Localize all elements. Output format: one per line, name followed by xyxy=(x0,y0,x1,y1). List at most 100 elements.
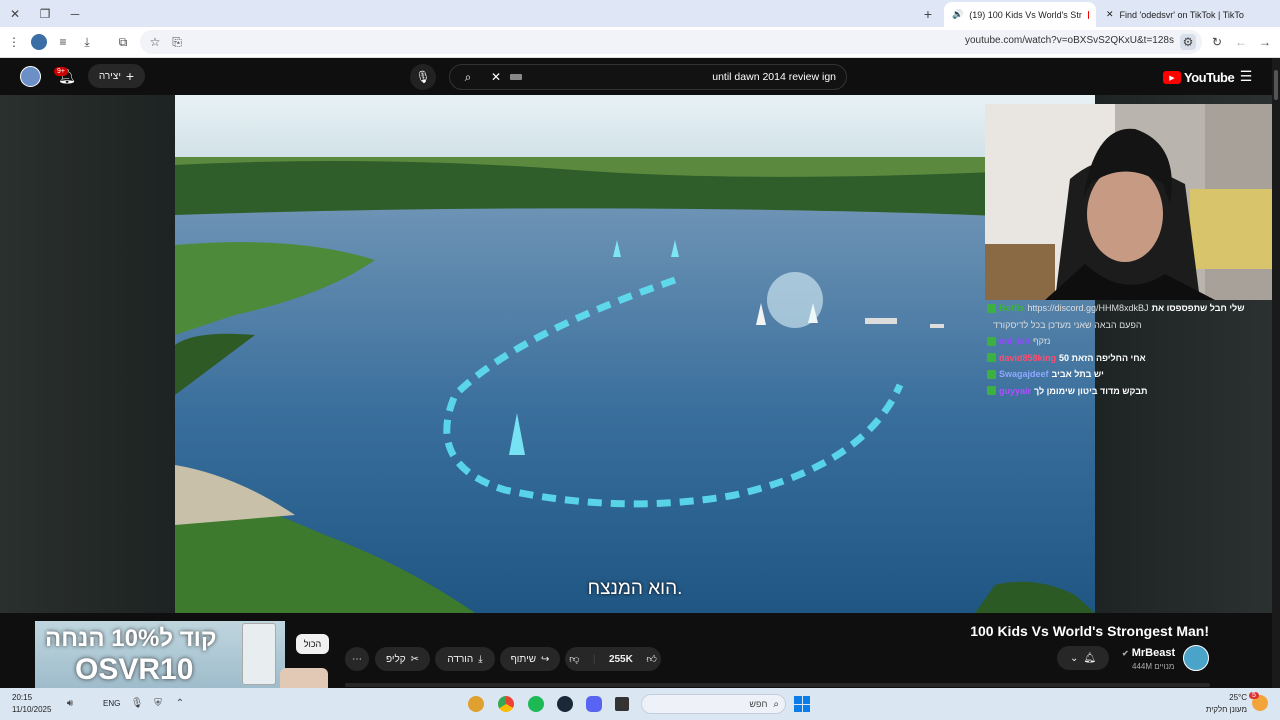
video-title: 100 Kids Vs World's Strongest Man! xyxy=(970,623,1209,639)
plus-icon: + xyxy=(125,68,135,84)
subscribed-button[interactable]: ⌄ 🔔︎ xyxy=(1057,646,1109,670)
video-info: 100 Kids Vs World's Strongest Man! ✔ MrB… xyxy=(0,613,1272,688)
channel-name-row[interactable]: ✔ MrBeast xyxy=(1122,647,1175,659)
chevron-up-icon[interactable]: ⌃ xyxy=(174,697,186,709)
promo-code: OSVR10 xyxy=(75,653,194,686)
discord-icon[interactable] xyxy=(586,696,602,712)
windows-taskbar: 20:15 11/10/2025 🔊︎ ENG 🎙︎ ⛨ ⌃ חפש ⌕ 25°… xyxy=(0,688,1280,720)
forward-icon[interactable]: ← xyxy=(1234,35,1248,49)
webcam-overlay xyxy=(985,104,1280,300)
app-icon-black[interactable] xyxy=(615,697,629,711)
windows-start-icon[interactable] xyxy=(794,696,810,712)
promo-line1: קוד ל10% הנחה xyxy=(45,625,217,652)
video-player[interactable]: הוא המנצח. xyxy=(175,95,1095,613)
channel-avatar[interactable] xyxy=(1183,645,1209,671)
steam-icon[interactable] xyxy=(557,696,573,712)
minimize-window-icon[interactable]: ─ xyxy=(68,7,82,21)
search-placeholder: חפש xyxy=(749,699,768,709)
search-box[interactable]: ⌕ ✕ until dawn 2014 review ign xyxy=(449,64,847,90)
download-label: הורדה xyxy=(447,653,474,665)
badge-icon xyxy=(987,369,996,379)
reload-icon[interactable]: ↻ xyxy=(1210,35,1224,49)
user-avatar[interactable] xyxy=(20,66,41,87)
download-icon[interactable]: ⤓ xyxy=(80,35,94,49)
new-tab-icon[interactable]: + xyxy=(921,6,935,22)
chat-message: הפעם הבאה שאני מעדכן בכל לדיסקורד xyxy=(987,317,1280,334)
shield-icon[interactable]: ⛨ xyxy=(152,697,164,709)
close-tab-icon[interactable]: ✕ xyxy=(1106,9,1114,20)
chat-message: david858king אחי החליפה הזאת 50 xyxy=(987,350,1280,367)
site-info-icon[interactable]: ⚙ xyxy=(1180,34,1196,50)
perfume-bottle-image xyxy=(242,623,276,685)
webcam-frame xyxy=(985,104,1280,300)
badge-icon xyxy=(987,303,996,313)
chat-text: יש בתל אביב xyxy=(1051,369,1104,380)
search-icon[interactable]: ⌕ xyxy=(450,65,486,89)
clip-button[interactable]: קליפ ✂ xyxy=(375,647,430,671)
taskbar-search[interactable]: חפש ⌕ xyxy=(641,694,786,714)
tab-tiktok[interactable]: ✕ Find 'odedsvr' on TikTok | TikTo xyxy=(1098,2,1250,27)
url-text: youtube.com/watch?v=oBXSvS2QKxU&t=128s xyxy=(964,35,1174,46)
more-actions-button[interactable]: ⋯ xyxy=(345,647,369,671)
back-icon[interactable]: → xyxy=(1258,35,1272,49)
subscriber-count: 444M מנויים xyxy=(1132,662,1175,671)
weather-desc[interactable]: מעונן חלקית xyxy=(1200,705,1247,714)
share-button[interactable]: שיתוף ↪ xyxy=(500,647,560,671)
star-icon[interactable]: ☆ xyxy=(148,35,162,49)
profile-avatar[interactable] xyxy=(31,34,47,50)
download-icon: ⤓ xyxy=(478,653,483,665)
restore-window-icon[interactable]: ❐ xyxy=(38,7,52,21)
youtube-wordmark: YouTube xyxy=(1184,70,1235,85)
spotify-icon[interactable] xyxy=(528,696,544,712)
download-button[interactable]: הורדה ⤓ xyxy=(435,647,495,671)
menu-dots-icon[interactable]: ⋮ xyxy=(6,35,22,49)
like-dislike-group[interactable]: 👎︎ | 255K 👍︎ xyxy=(565,647,661,671)
chat-username: Swagajdeef xyxy=(999,369,1049,380)
close-window-icon[interactable]: ✕ xyxy=(8,7,22,21)
app-icon-1[interactable] xyxy=(468,696,484,712)
mic-tray-icon[interactable]: 🎙︎ xyxy=(131,697,144,709)
chat-message: ani_ish נזקף xyxy=(987,333,1280,350)
verified-icon: ✔ xyxy=(1122,648,1129,658)
create-label: יצירה xyxy=(98,70,121,82)
chat-text: נזקף xyxy=(1033,336,1051,347)
volume-icon[interactable]: 🔊︎ xyxy=(64,697,76,709)
like-icon[interactable]: 👍︎ xyxy=(646,653,656,665)
mic-icon[interactable]: 🎙︎ xyxy=(410,64,436,90)
notification-count-badge: 5 xyxy=(1249,692,1259,699)
bell-icon: 🔔︎ xyxy=(1083,652,1097,664)
create-button[interactable]: יצירה + xyxy=(88,64,145,88)
extensions-icon[interactable]: ⧉ xyxy=(116,35,130,49)
hamburger-menu-icon[interactable]: ☰ xyxy=(1238,68,1254,84)
language-indicator[interactable]: ENG xyxy=(103,699,120,708)
channel-name[interactable]: MrBeast xyxy=(1132,647,1175,659)
youtube-header: 🔔︎ 9+ יצירה + 🎙︎ ⌕ ✕ until dawn 2014 rev… xyxy=(0,58,1272,95)
clear-search-icon[interactable]: ✕ xyxy=(486,65,506,89)
chrome-icon[interactable] xyxy=(498,696,514,712)
weather-temp[interactable]: 25°C xyxy=(1215,693,1247,702)
chat-text: תבקש מדוד ביטון שימומן לך xyxy=(1034,385,1148,396)
chat-message: Swagajdeef יש בתל אביב xyxy=(987,366,1280,383)
dislike-icon[interactable]: 👎︎ xyxy=(569,653,579,665)
share-label: שיתוף xyxy=(510,653,537,665)
scrollbar-thumb[interactable] xyxy=(1274,70,1278,100)
tab-youtube[interactable]: 🔊 (19) 100 Kids Vs World's Str xyxy=(944,2,1096,27)
page-scrollbar[interactable] xyxy=(1272,58,1280,688)
chat-message: guyyair תבקש מדוד ביטון שימומן לך xyxy=(987,383,1280,400)
left-backdrop xyxy=(0,95,175,613)
all-chip[interactable]: הכול xyxy=(296,634,329,654)
url-box[interactable]: ☆ ⎘ youtube.com/watch?v=oBXSvS2QKxU&t=12… xyxy=(140,30,1202,54)
reading-list-icon[interactable]: ≡ xyxy=(56,35,70,49)
youtube-logo[interactable]: ▶ YouTube xyxy=(1163,70,1235,85)
promo-overlay: קוד ל10% הנחה OSVR10 xyxy=(35,621,285,688)
more-icon: ⋯ xyxy=(352,653,362,665)
audio-icon: 🔊 xyxy=(952,9,964,19)
cast-icon[interactable]: ⎘ xyxy=(170,35,184,49)
clock-date[interactable]: 11/10/2025 xyxy=(12,705,51,714)
chat-username: david858king xyxy=(999,352,1057,363)
notification-badge: 9+ xyxy=(54,67,68,76)
clock-time[interactable]: 20:15 xyxy=(12,693,32,702)
chevron-down-icon: ⌄ xyxy=(1069,652,1079,664)
keyboard-icon[interactable] xyxy=(510,74,522,80)
search-input[interactable]: until dawn 2014 review ign xyxy=(522,71,846,83)
